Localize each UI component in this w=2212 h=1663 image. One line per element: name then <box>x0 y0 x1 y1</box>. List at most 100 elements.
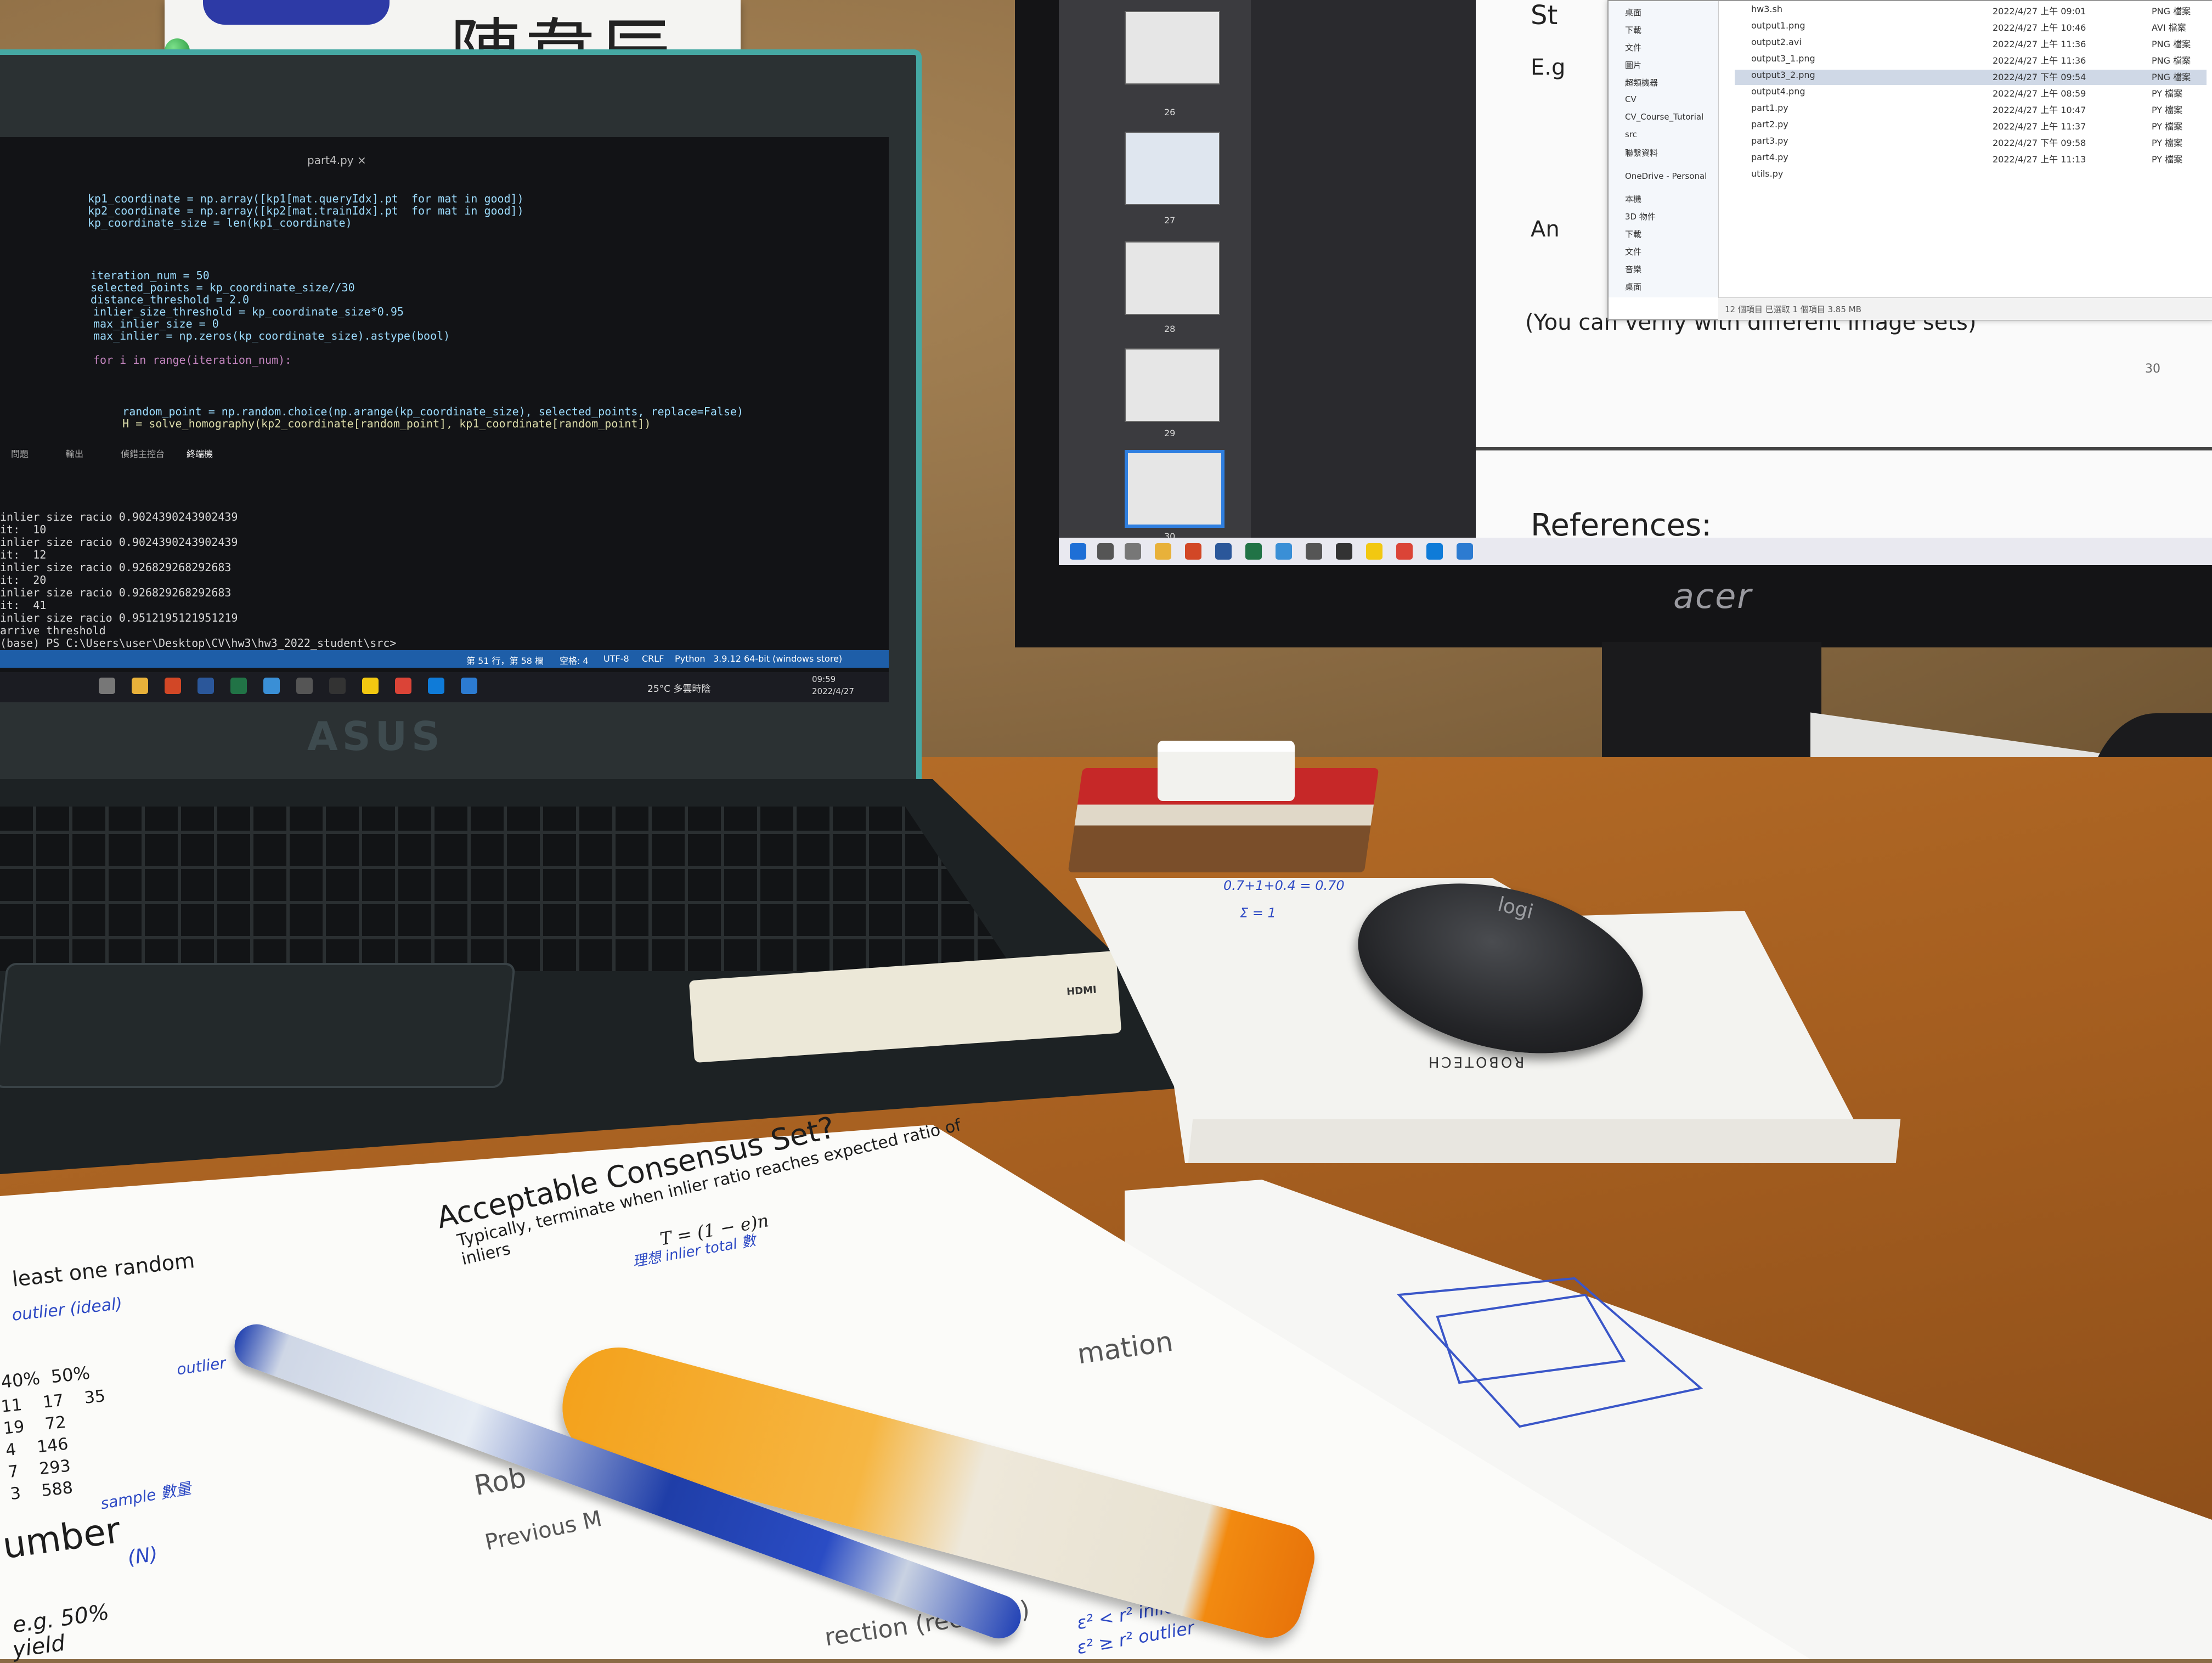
hdmi-label: HDMI <box>1066 984 1097 998</box>
terminal-prompt[interactable]: (base) PS C:\Users\user\Desktop\CV\hw3\h… <box>0 636 403 650</box>
sidebar-item[interactable]: 桌面 <box>1625 7 1641 18</box>
chrome-icon[interactable] <box>1396 543 1413 560</box>
sidebar-item[interactable]: 圖片 <box>1625 59 1641 71</box>
file-name: part4.py <box>1751 152 1788 162</box>
sidebar-item[interactable]: 本機 <box>1625 193 1641 205</box>
vscode-status-bar: 第 51 行，第 58 欄 空格: 4 UTF-8 CRLF Python 3.… <box>0 650 889 668</box>
slide-thumbnail[interactable] <box>1125 241 1220 315</box>
sidebar-item[interactable]: 桌面 <box>1625 281 1641 292</box>
sidebar-item[interactable]: 3D 物件 <box>1625 211 1656 222</box>
file-row[interactable]: output2.avi 2022/4/27 上午 11:36 PNG 檔案 <box>1735 37 2207 52</box>
status-interpreter[interactable]: 3.9.12 64-bit (windows store) <box>713 653 842 664</box>
panel-tab[interactable]: 輸出 <box>66 447 83 460</box>
status-cursor-position[interactable]: 第 51 行，第 58 欄 <box>466 653 544 667</box>
file-explorer-icon[interactable] <box>132 678 148 694</box>
app-icon[interactable] <box>263 678 280 694</box>
file-row-selected[interactable]: output3_2.png 2022/4/27 下午 09:54 PNG 檔案 <box>1735 70 2207 85</box>
clock-time[interactable]: 09:59 <box>812 674 836 684</box>
panel-tab-active[interactable]: 終端機 <box>187 447 213 460</box>
file-type: AVI 檔案 <box>2152 22 2186 33</box>
terminal-line: it: 20 <box>0 573 47 587</box>
file-row[interactable]: output3_1.png 2022/4/27 上午 11:36 PNG 檔案 <box>1735 53 2207 69</box>
app-icon[interactable] <box>1306 543 1322 560</box>
slide-partial-text: An <box>1531 217 1560 242</box>
edge-icon[interactable] <box>1426 543 1443 560</box>
slide-thumbnail[interactable] <box>1125 132 1220 205</box>
terminal-line: inlier size racio 0.9024390243902439 <box>0 535 238 549</box>
laptop-touchpad[interactable] <box>0 963 516 1088</box>
asus-logo: ASUS <box>307 713 444 759</box>
file-row[interactable]: hw3.sh 2022/4/27 上午 09:01 PNG 檔案 <box>1735 4 2207 19</box>
word-icon[interactable] <box>198 678 214 694</box>
slide-number: 26 <box>1164 107 1176 117</box>
sidebar-item[interactable]: 文件 <box>1625 42 1641 53</box>
slide-thumbnail-selected[interactable] <box>1125 450 1224 528</box>
file-row[interactable]: output1.png 2022/4/27 上午 10:46 AVI 檔案 <box>1735 20 2207 36</box>
file-type: PY 檔案 <box>2152 88 2183 99</box>
github-icon[interactable] <box>1336 543 1352 560</box>
file-row[interactable]: part3.py 2022/4/27 下午 09:58 PY 檔案 <box>1735 136 2207 151</box>
file-row[interactable]: output4.png 2022/4/27 上午 08:59 PY 檔案 <box>1735 86 2207 102</box>
vscode-icon[interactable] <box>461 678 477 694</box>
terminal-line: inlier size racio 0.9512195121951219 <box>0 611 238 624</box>
file-row[interactable]: part4.py 2022/4/27 上午 11:13 PY 檔案 <box>1735 152 2207 167</box>
status-language[interactable]: Python <box>675 653 705 664</box>
file-explorer-window: 桌面 下載 文件 圖片 超類機器 CV CV_Course_Tutorial s… <box>1607 0 2212 320</box>
monitor-screen: 26 27 28 29 30 St E.g An (You can verify… <box>1059 0 2212 565</box>
app-icon[interactable] <box>296 678 313 694</box>
chrome-icon[interactable] <box>395 678 411 694</box>
vscode-icon[interactable] <box>1457 543 1473 560</box>
search-icon[interactable] <box>1097 543 1114 560</box>
excel-icon[interactable] <box>230 678 247 694</box>
sidebar-item[interactable]: 下載 <box>1625 24 1641 36</box>
file-type: PNG 檔案 <box>2152 72 2191 82</box>
sidebar-item[interactable]: src <box>1625 129 1637 139</box>
clock-date[interactable]: 2022/4/27 <box>812 686 854 696</box>
sidebar-item[interactable]: 音樂 <box>1625 263 1641 275</box>
sidebar-item[interactable]: 超類機器 <box>1625 77 1658 88</box>
slide-thumbnail[interactable] <box>1125 11 1220 84</box>
sticky-notes-icon[interactable] <box>362 678 379 694</box>
weather-widget[interactable]: 25°C 多雲時陰 <box>647 681 710 695</box>
app-icon[interactable] <box>1276 543 1292 560</box>
table-cell: 11 <box>0 1395 23 1417</box>
github-icon[interactable] <box>329 678 346 694</box>
slide-thumbnail[interactable] <box>1125 348 1220 422</box>
file-date: 2022/4/27 上午 08:59 <box>1993 88 2086 99</box>
panel-tab[interactable]: 問題 <box>11 447 29 460</box>
sidebar-item[interactable]: CV <box>1625 94 1637 104</box>
file-date: 2022/4/27 上午 11:36 <box>1993 55 2086 66</box>
sidebar-item[interactable]: CV_Course_Tutorial <box>1625 112 1703 122</box>
status-eol[interactable]: CRLF <box>642 653 664 664</box>
powerpoint-icon[interactable] <box>165 678 181 694</box>
edge-icon[interactable] <box>428 678 444 694</box>
sticky-notes-icon[interactable] <box>1366 543 1383 560</box>
word-icon[interactable] <box>1215 543 1232 560</box>
acer-logo: acer <box>1673 576 1752 616</box>
task-view-icon[interactable] <box>1125 543 1141 560</box>
editor-tab-label: part4.py <box>307 154 354 167</box>
file-date: 2022/4/27 上午 11:13 <box>1993 154 2086 165</box>
sidebar-item[interactable]: 聯繫資料 <box>1625 147 1658 159</box>
excel-icon[interactable] <box>1245 543 1262 560</box>
slide-number: 28 <box>1164 324 1176 334</box>
table-cell: 293 <box>38 1456 72 1479</box>
file-row[interactable]: part1.py 2022/4/27 上午 10:47 PY 檔案 <box>1735 103 2207 118</box>
close-icon[interactable]: × <box>357 154 366 167</box>
start-icon[interactable] <box>1070 543 1086 560</box>
file-explorer-icon[interactable] <box>1155 543 1171 560</box>
terminal-line: arrive threshold <box>0 624 106 637</box>
powerpoint-icon[interactable] <box>1185 543 1201 560</box>
table-header-cell: 50% <box>49 1362 91 1388</box>
editor-tab[interactable]: part4.py × <box>307 154 527 176</box>
status-indent[interactable]: 空格: 4 <box>560 653 589 667</box>
sidebar-item[interactable]: OneDrive - Personal <box>1625 171 1707 181</box>
file-row[interactable]: utils.py <box>1735 168 2207 184</box>
sidebar-item[interactable]: 下載 <box>1625 228 1641 240</box>
sidebar-item[interactable]: 文件 <box>1625 246 1641 257</box>
panel-tab[interactable]: 偵錯主控台 <box>121 447 165 460</box>
table-cell: 146 <box>36 1434 70 1457</box>
task-view-icon[interactable] <box>99 678 115 694</box>
file-row[interactable]: part2.py 2022/4/27 上午 11:37 PY 檔案 <box>1735 119 2207 134</box>
status-encoding[interactable]: UTF-8 <box>603 653 629 664</box>
